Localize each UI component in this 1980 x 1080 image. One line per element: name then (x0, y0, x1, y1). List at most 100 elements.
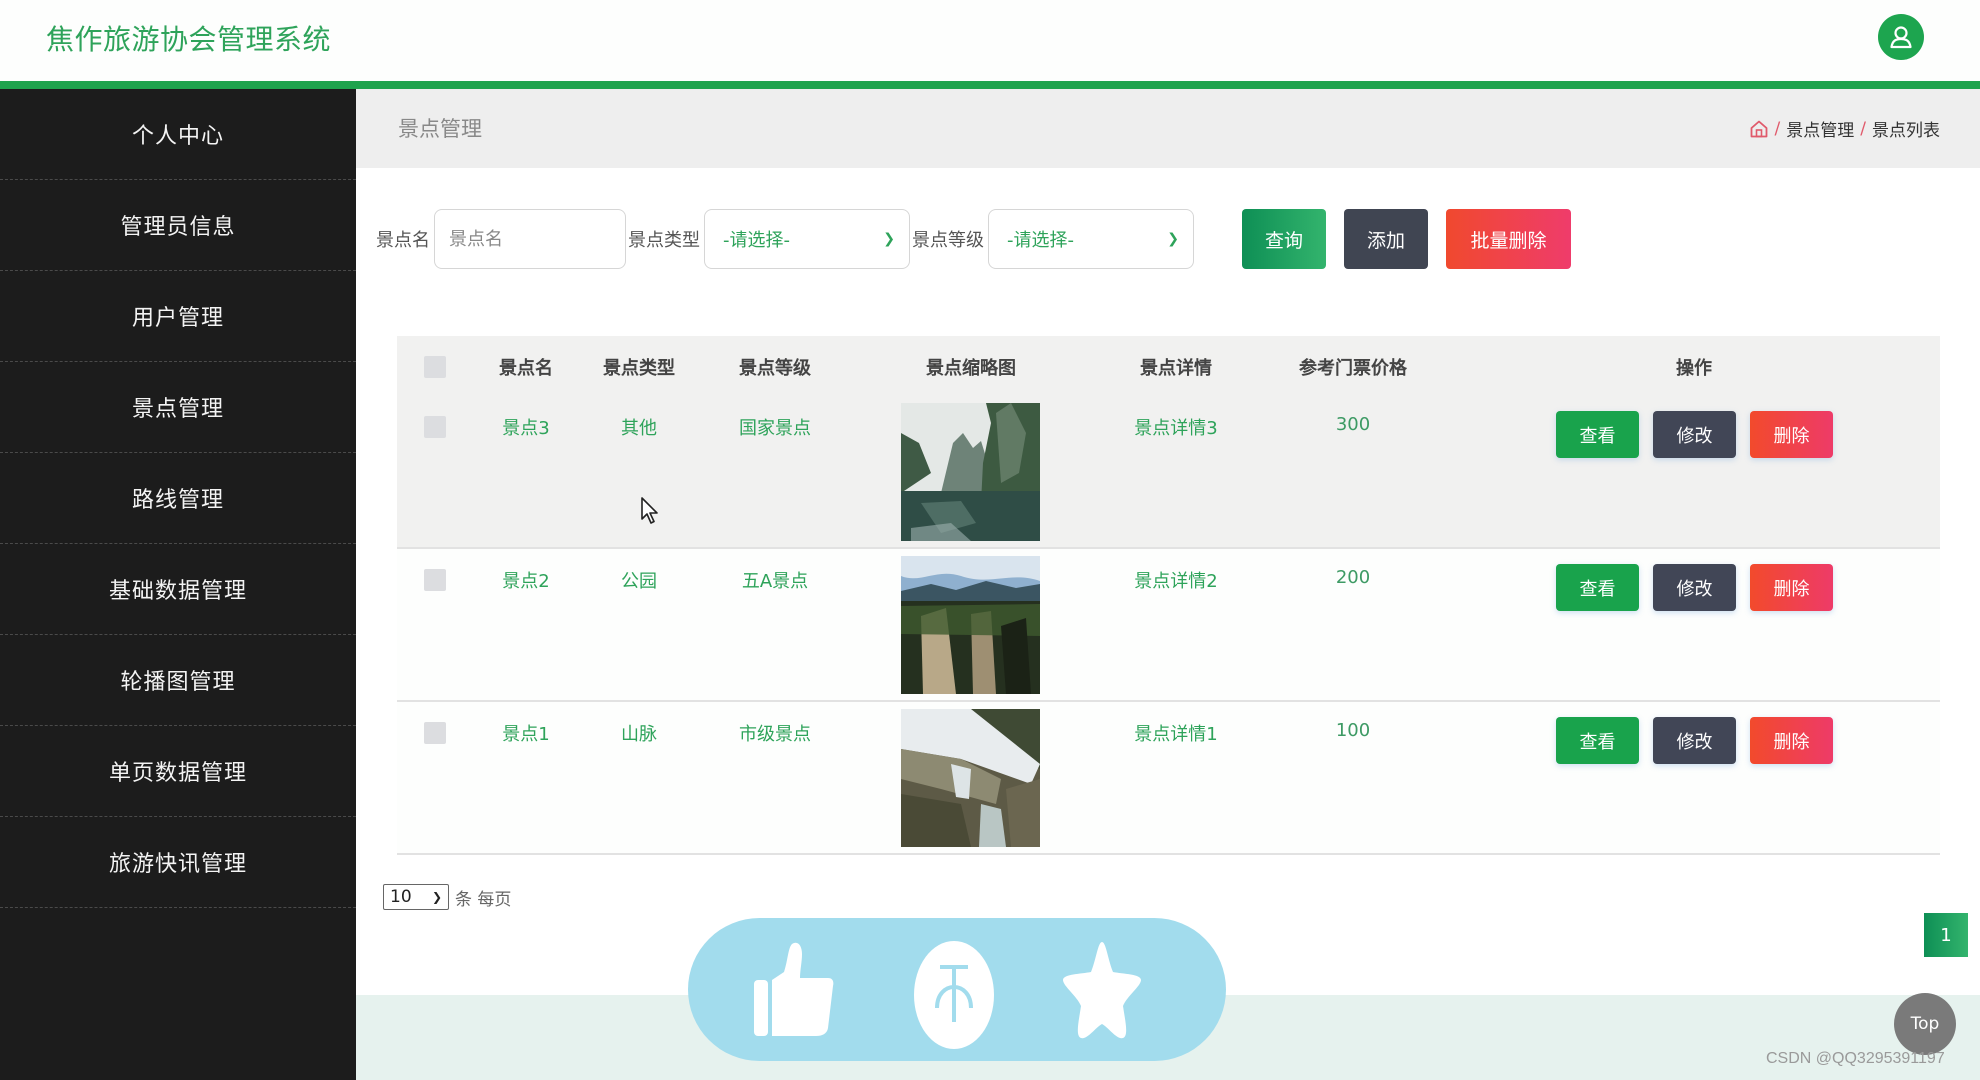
table-row: 景点2 公园 五A景点 景点详情2 200 查看 修改 删除 (397, 549, 1940, 702)
cell-price: 100 (1335, 720, 1371, 741)
sidebar-item-user-management[interactable]: 用户管理 (0, 271, 356, 362)
page-size-select[interactable]: 10 ❯ (383, 884, 449, 910)
sidebar-item-label: 路线管理 (131, 488, 224, 513)
table-row: 景点3 其他 国家景点 景点详情3 300 查看 修改 删除 (397, 396, 1940, 549)
search-form: 景点名 景点类型 -请选择- ❯ 景点等级 -请选择- ❯ 查询 添加 批量删除 (376, 208, 1571, 270)
coin-icon[interactable] (913, 940, 995, 1050)
watermark: CSDN @QQ3295391197 (1766, 1050, 1945, 1067)
floating-action-bar (688, 918, 1226, 1061)
breadcrumb-item-scenic-management[interactable]: 景点管理 (1786, 116, 1854, 141)
scenic-name-input[interactable] (434, 209, 626, 269)
sidebar-item-label: 管理员信息 (120, 215, 236, 240)
sidebar-item-scenic-management[interactable]: 景点管理 (0, 362, 356, 453)
view-button[interactable]: 查看 (1556, 564, 1639, 611)
user-avatar-button[interactable] (1878, 14, 1924, 60)
delete-button[interactable]: 删除 (1750, 717, 1833, 764)
cliff-mountains-photo (901, 556, 1040, 694)
column-header-type: 景点类型 (603, 358, 675, 379)
cell-detail[interactable]: 景点详情1 (1134, 720, 1217, 746)
column-header-price: 参考门票价格 (1299, 358, 1407, 379)
cell-type: 山脉 (621, 724, 657, 745)
sidebar-item-label: 轮播图管理 (120, 670, 236, 695)
edit-button[interactable]: 修改 (1653, 717, 1736, 764)
column-header-name: 景点名 (499, 358, 553, 379)
breadcrumb-separator: / (1860, 118, 1866, 139)
sidebar-item-label: 个人中心 (131, 124, 224, 149)
scenic-table: 景点名 景点类型 景点等级 景点缩略图 景点详情 参考门票价格 操作 景点3 其… (397, 336, 1940, 855)
sidebar-item-personal-center[interactable]: 个人中心 (0, 89, 356, 180)
sidebar-item-base-data-management[interactable]: 基础数据管理 (0, 544, 356, 635)
column-header-detail: 景点详情 (1140, 358, 1212, 379)
cell-price: 300 (1335, 414, 1371, 435)
column-header-thumbnail: 景点缩略图 (926, 358, 1016, 379)
scenic-level-label: 景点等级 (912, 230, 984, 251)
row-checkbox[interactable] (424, 722, 446, 744)
home-icon[interactable] (1749, 119, 1769, 139)
back-to-top-button[interactable]: Top (1894, 993, 1956, 1055)
chevron-down-icon: ❯ (1167, 231, 1179, 247)
scenic-name-label: 景点名 (376, 230, 430, 251)
page-button-current[interactable]: 1 (1924, 913, 1968, 957)
scenic-type-label: 景点类型 (628, 230, 700, 251)
column-header-actions: 操作 (1676, 358, 1712, 379)
delete-button[interactable]: 删除 (1750, 564, 1833, 611)
cell-level: 五A景点 (741, 571, 809, 592)
column-header-level: 景点等级 (739, 358, 811, 379)
sidebar-item-label: 旅游快讯管理 (108, 852, 247, 877)
edit-button[interactable]: 修改 (1653, 411, 1736, 458)
user-icon (1890, 26, 1912, 49)
cell-type: 公园 (621, 571, 657, 592)
sidebar-item-admin-info[interactable]: 管理员信息 (0, 180, 356, 271)
scenic-type-selected: -请选择- (723, 230, 790, 251)
chevron-down-icon: ❯ (431, 890, 442, 904)
cell-price: 200 (1335, 567, 1371, 588)
thumbs-up-icon[interactable] (754, 940, 834, 1040)
delete-button[interactable]: 删除 (1750, 411, 1833, 458)
page-title: 景点管理 (398, 117, 482, 141)
cell-level: 市级景点 (739, 724, 811, 745)
lake-karst-peaks-photo (901, 403, 1040, 541)
waterfall-photo (901, 709, 1040, 847)
table-header-row: 景点名 景点类型 景点等级 景点缩略图 景点详情 参考门票价格 操作 (397, 336, 1940, 396)
header-accent-bar (0, 81, 1980, 89)
breadcrumb-item-scenic-list: 景点列表 (1872, 121, 1940, 141)
sidebar-item-label: 基础数据管理 (108, 579, 247, 604)
page-size-control: 10 ❯ 条 每页 (383, 884, 511, 910)
cell-name: 景点1 (502, 724, 550, 745)
scenic-type-select[interactable]: -请选择- ❯ (704, 209, 910, 269)
mouse-cursor-icon (641, 497, 658, 524)
cell-name: 景点2 (502, 571, 550, 592)
page-title-bar: 景点管理 / 景点管理 / 景点列表 (356, 89, 1980, 168)
sidebar-item-label: 景点管理 (131, 397, 224, 422)
sidebar-item-route-management[interactable]: 路线管理 (0, 453, 356, 544)
sidebar-item-label: 用户管理 (131, 306, 224, 331)
sidebar-item-carousel-management[interactable]: 轮播图管理 (0, 635, 356, 726)
app-title: 焦作旅游协会管理系统 (46, 23, 332, 56)
row-actions: 查看 修改 删除 (1556, 717, 1833, 764)
cell-name: 景点3 (502, 418, 550, 439)
row-actions: 查看 修改 删除 (1556, 411, 1833, 458)
top-header: 焦作旅游协会管理系统 (0, 0, 1980, 81)
sidebar-item-travel-news-management[interactable]: 旅游快讯管理 (0, 817, 356, 908)
breadcrumb-separator: / (1774, 118, 1781, 139)
view-button[interactable]: 查看 (1556, 717, 1639, 764)
scenic-level-select[interactable]: -请选择- ❯ (988, 209, 1194, 269)
star-icon[interactable] (1061, 940, 1143, 1040)
select-all-checkbox[interactable] (424, 356, 446, 378)
query-button[interactable]: 查询 (1242, 209, 1326, 269)
sidebar-item-single-page-management[interactable]: 单页数据管理 (0, 726, 356, 817)
cell-detail[interactable]: 景点详情2 (1134, 567, 1217, 593)
cell-detail[interactable]: 景点详情3 (1134, 414, 1217, 440)
page-size-suffix: 条 每页 (455, 889, 512, 910)
scenic-level-selected: -请选择- (1007, 230, 1074, 251)
batch-delete-button[interactable]: 批量删除 (1446, 209, 1571, 269)
add-button[interactable]: 添加 (1344, 209, 1428, 269)
row-checkbox[interactable] (424, 416, 446, 438)
edit-button[interactable]: 修改 (1653, 564, 1736, 611)
chevron-down-icon: ❯ (883, 231, 895, 247)
cell-type: 其他 (621, 418, 657, 439)
cell-level: 国家景点 (739, 418, 811, 439)
row-checkbox[interactable] (424, 569, 446, 591)
page-size-value: 10 (390, 887, 412, 907)
view-button[interactable]: 查看 (1556, 411, 1639, 458)
